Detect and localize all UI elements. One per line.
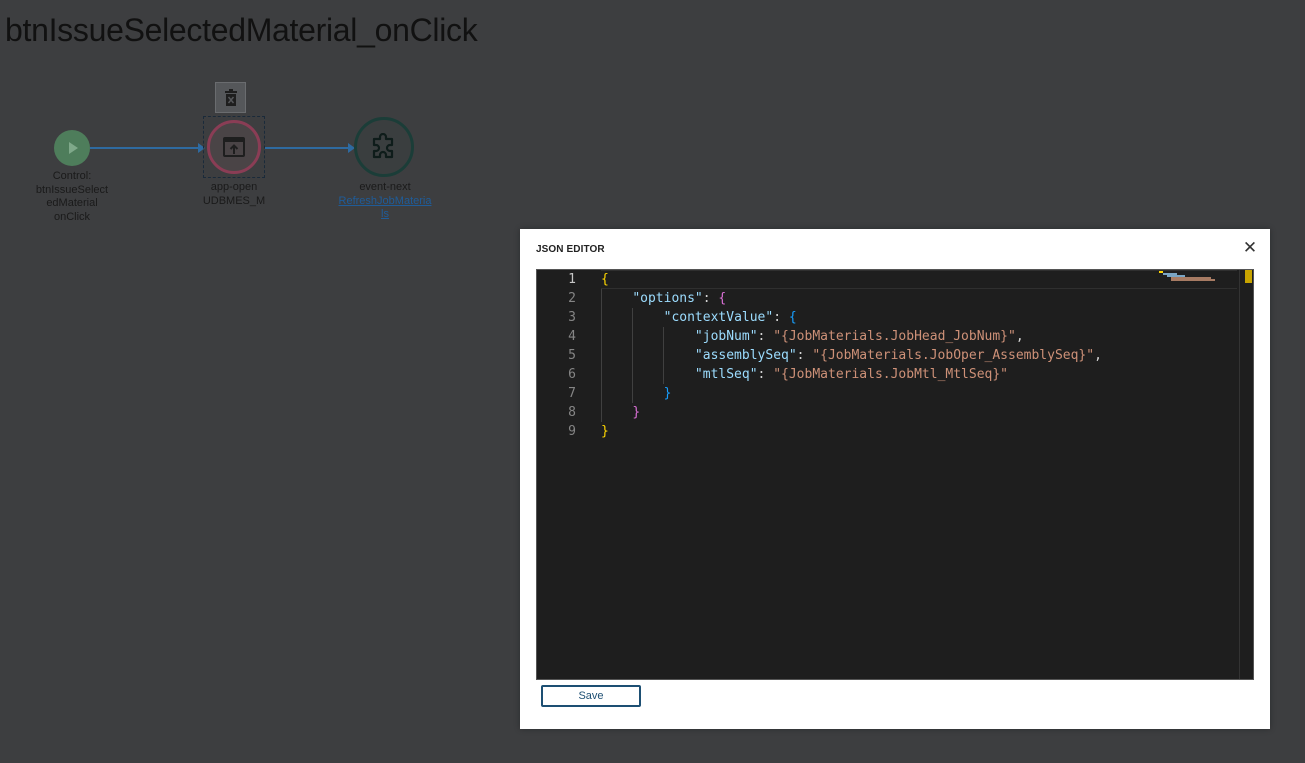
code-token: : bbox=[757, 367, 774, 382]
code-token: : bbox=[757, 329, 774, 344]
workflow-node-event-next[interactable] bbox=[354, 117, 414, 177]
code-token: "{JobMaterials.JobOper_AssemblySeq}" bbox=[812, 348, 1095, 363]
code-token: "jobNum" bbox=[694, 329, 758, 344]
code-area[interactable]: { "options": { "contextValue": { "jobNum… bbox=[601, 270, 1237, 679]
line-number: 2 bbox=[568, 291, 576, 306]
node-label-start: Control: btnIssueSelect edMaterial onCli… bbox=[22, 170, 122, 224]
line-number: 4 bbox=[568, 329, 576, 344]
minimap[interactable] bbox=[1159, 270, 1239, 679]
node-label-line: edMaterial bbox=[46, 197, 98, 209]
code-token: "assemblySeq" bbox=[694, 348, 797, 363]
code-line[interactable]: "contextValue": { bbox=[601, 308, 1237, 327]
node-label-app-open: app-open UDBMES_M bbox=[184, 181, 284, 208]
event-link-line[interactable]: ls bbox=[381, 208, 389, 220]
connector-app-to-event bbox=[265, 147, 353, 149]
node-label-link[interactable]: ls bbox=[335, 208, 435, 222]
code-token: , bbox=[1015, 329, 1024, 344]
minimap-line bbox=[1171, 279, 1215, 281]
json-editor-modal: JSON EDITOR ✕ 1 2 3 4 5 6 7 8 9 { "options": { "… bbox=[520, 229, 1270, 729]
node-label-line: UDBMES_M bbox=[202, 194, 266, 207]
line-number-gutter: 1 2 3 4 5 6 7 8 9 bbox=[537, 270, 587, 679]
node-label-line: onClick bbox=[53, 210, 91, 223]
node-label-line: Control: bbox=[52, 170, 92, 182]
workflow-node-app-open-selection[interactable] bbox=[203, 116, 265, 178]
open-app-icon bbox=[223, 137, 245, 157]
code-line[interactable]: "jobNum": "{JobMaterials.JobHead_JobNum}… bbox=[601, 327, 1237, 346]
line-number: 1 bbox=[568, 272, 576, 287]
line-number: 9 bbox=[568, 424, 576, 439]
code-token: { bbox=[601, 272, 609, 287]
code-token: } bbox=[632, 405, 641, 420]
line-number: 8 bbox=[568, 405, 576, 420]
event-link-line[interactable]: RefreshJobMateria bbox=[339, 195, 432, 207]
code-token: "{JobMaterials.JobMtl_MtlSeq}" bbox=[773, 367, 1009, 382]
node-label-line: btnIssueSelect bbox=[35, 183, 109, 196]
workflow-node-app-open[interactable] bbox=[207, 120, 261, 174]
line-number: 3 bbox=[568, 310, 576, 325]
code-token: { bbox=[718, 291, 727, 306]
code-line[interactable]: { bbox=[601, 270, 1237, 289]
code-token: : bbox=[796, 348, 813, 363]
code-line[interactable]: } bbox=[601, 422, 1237, 441]
code-line[interactable]: "assemblySeq": "{JobMaterials.JobOper_As… bbox=[601, 346, 1237, 365]
code-token: "mtlSeq" bbox=[694, 367, 758, 382]
trash-icon bbox=[224, 89, 237, 106]
workflow-node-start[interactable] bbox=[54, 130, 90, 166]
code-editor[interactable]: 1 2 3 4 5 6 7 8 9 { "options": { "contextValue":… bbox=[536, 269, 1254, 680]
save-button[interactable]: Save bbox=[541, 685, 641, 707]
code-token: } bbox=[601, 424, 609, 439]
node-label-line: event-next bbox=[359, 181, 411, 193]
code-token: } bbox=[663, 386, 672, 401]
node-label-line: app-open bbox=[210, 181, 258, 193]
code-line[interactable]: "mtlSeq": "{JobMaterials.JobMtl_MtlSeq}" bbox=[601, 365, 1237, 384]
page-title: btnIssueSelectedMaterial_onClick bbox=[5, 12, 478, 48]
delete-node-button[interactable] bbox=[215, 82, 246, 113]
editor-scrollbar[interactable] bbox=[1239, 270, 1253, 679]
line-number: 5 bbox=[568, 348, 576, 363]
code-line[interactable]: } bbox=[601, 403, 1237, 422]
code-token: "contextValue" bbox=[663, 310, 774, 325]
node-label-event-next: event-next RefreshJobMateria ls bbox=[335, 181, 435, 222]
code-token: "{JobMaterials.JobHead_JobNum}" bbox=[773, 329, 1016, 344]
connector-start-to-app bbox=[90, 147, 202, 149]
node-label-link[interactable]: RefreshJobMateria bbox=[335, 195, 435, 209]
code-token: "options" bbox=[632, 291, 703, 306]
play-icon bbox=[69, 142, 78, 154]
code-token: : bbox=[773, 310, 789, 325]
code-token: { bbox=[788, 310, 797, 325]
line-number: 7 bbox=[568, 386, 576, 401]
puzzle-piece-icon bbox=[372, 133, 394, 159]
modal-title: JSON EDITOR bbox=[536, 244, 605, 255]
line-number: 6 bbox=[568, 367, 576, 382]
code-line[interactable]: "options": { bbox=[601, 289, 1237, 308]
code-line[interactable]: } bbox=[601, 384, 1237, 403]
scrollbar-cursor-marker bbox=[1245, 270, 1252, 283]
close-icon[interactable]: ✕ bbox=[1242, 239, 1258, 257]
code-token: , bbox=[1094, 348, 1102, 363]
code-token: : bbox=[702, 291, 719, 306]
